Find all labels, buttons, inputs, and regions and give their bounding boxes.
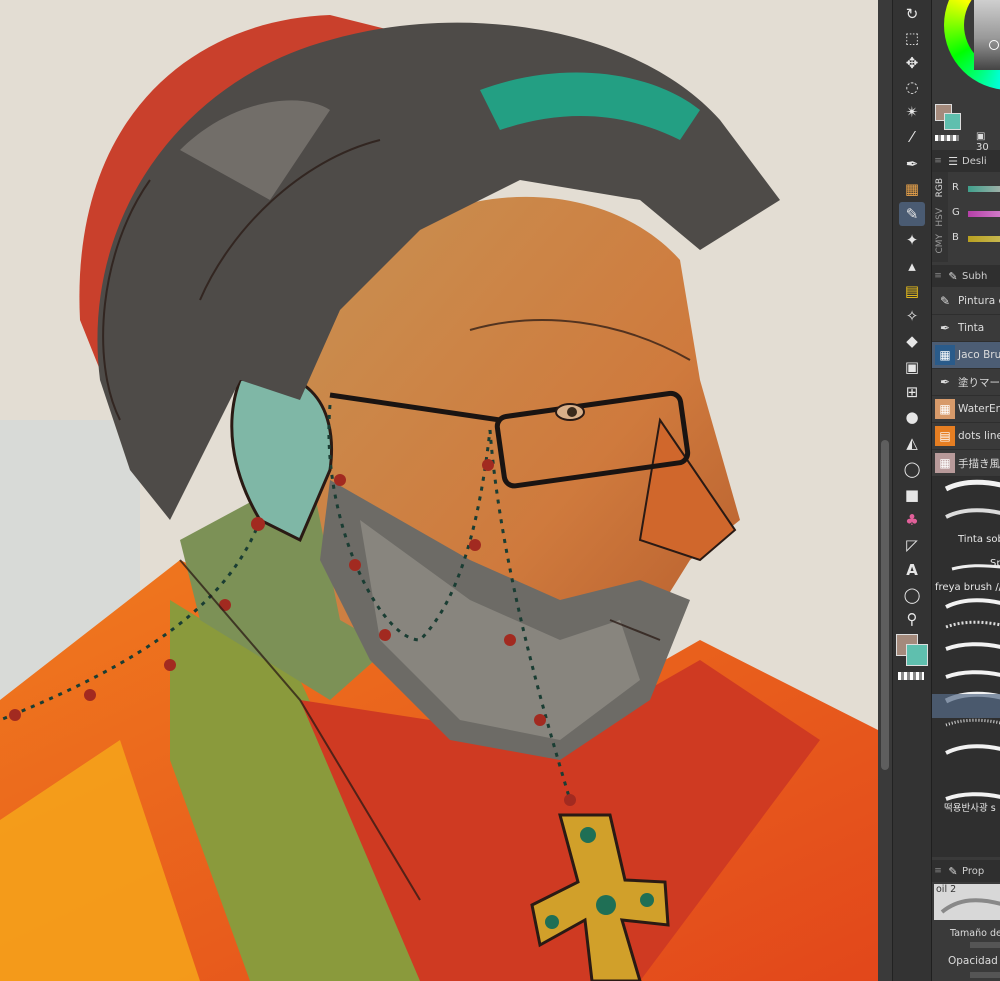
- panel-sub-color-swatch[interactable]: [944, 113, 961, 130]
- balloon-tool-icon[interactable]: ◯: [899, 583, 925, 607]
- b-slider[interactable]: [968, 236, 1000, 242]
- brush-label-korean[interactable]: 떡용반사광 s: [944, 800, 996, 814]
- magic-wand-tool-icon[interactable]: ✴: [899, 100, 925, 124]
- jaco-brush-thumb-icon: ▦: [935, 345, 955, 365]
- brush-thumbnail-icon[interactable]: ▦: [899, 177, 925, 201]
- brush-preview-box: oil 2: [934, 884, 1000, 920]
- frame-tool-icon[interactable]: ▣: [899, 355, 925, 379]
- saturation-square[interactable]: [974, 0, 1000, 70]
- color-mode-tabs: RGB HSV CMY: [932, 172, 948, 262]
- color-slider-header[interactable]: ≡ ☰ Desli: [932, 150, 1000, 172]
- lasso-tool-icon[interactable]: ◌: [899, 75, 925, 99]
- brush-preview-stroke: [940, 898, 1000, 914]
- figure-tool-icon[interactable]: ◸: [899, 533, 925, 557]
- subtool-label: Jaco Bru: [958, 349, 1000, 361]
- illustration-artwork: [0, 0, 878, 981]
- subtool-label: WaterEr: [958, 403, 1000, 415]
- subtool-label: 手描き風: [958, 457, 1000, 470]
- subtool-item-watererase[interactable]: ▦ WaterEr: [932, 396, 1000, 423]
- subtool-item-jaco-brush[interactable]: ▦ Jaco Bru: [932, 342, 1000, 369]
- grid-tool-icon[interactable]: ⊞: [899, 380, 925, 404]
- canvas-vertical-scrollbar[interactable]: [878, 0, 892, 981]
- object-tool-icon[interactable]: ⬚: [899, 26, 925, 50]
- brush-label-tinta-sob[interactable]: Tinta sob: [958, 534, 1000, 545]
- subtool-title: Subh: [962, 270, 988, 282]
- selected-brush-row[interactable]: [932, 694, 1000, 718]
- correction-tool-icon[interactable]: ⚲: [899, 607, 925, 631]
- r-slider[interactable]: [968, 186, 1000, 192]
- ink-pen-icon: ✒: [939, 321, 951, 335]
- panel-transparent-icon[interactable]: [935, 135, 959, 141]
- property-panel-icon: ✎: [948, 864, 958, 878]
- property-title: Prop: [962, 865, 985, 877]
- dots-thumb-icon: ▤: [935, 426, 955, 446]
- subtool-label: Pintura e: [958, 295, 1000, 307]
- brush-icon: ✎: [939, 294, 951, 308]
- brush-label-freya[interactable]: freya brush //: [935, 582, 1000, 593]
- slider-panel-icon: ☰: [948, 154, 958, 168]
- hand-drawn-thumb-icon: ▦: [935, 453, 955, 473]
- b-label: B: [952, 232, 959, 243]
- tool-property-header[interactable]: ≡ ✎ Prop: [932, 860, 1000, 882]
- tab-cmy[interactable]: CMY: [935, 234, 945, 254]
- size-box-icon: ▣: [976, 131, 986, 142]
- selection-tool-icon[interactable]: ◯: [899, 457, 925, 481]
- brush-label-sp[interactable]: Sp: [990, 558, 1000, 569]
- cake-brush-icon[interactable]: ♣: [899, 508, 925, 532]
- opacity-slider[interactable]: [970, 972, 1000, 978]
- watercolor-thumb-icon: ▦: [935, 399, 955, 419]
- subtool-item-dots-line[interactable]: ▤ dots line: [932, 423, 1000, 450]
- blend-tool-icon[interactable]: ●: [899, 405, 925, 429]
- marker-icon: ✒: [939, 375, 951, 389]
- spray-tool-icon[interactable]: ▴: [899, 254, 925, 278]
- transparent-color-icon[interactable]: [898, 672, 924, 680]
- gradient-tool-icon[interactable]: ■: [899, 483, 925, 507]
- tab-hsv[interactable]: HSV: [935, 208, 945, 227]
- color-picker-cursor[interactable]: [989, 40, 999, 50]
- g-slider[interactable]: [968, 211, 1000, 217]
- decoration-tool-icon[interactable]: ✧: [899, 304, 925, 328]
- grip-icon: ≡: [934, 271, 942, 281]
- subtool-header[interactable]: ≡ ✎ Subh: [932, 265, 1000, 287]
- subtool-item-marker[interactable]: ✒ 塗りマー: [932, 369, 1000, 396]
- brush-size-label: Tamaño del p: [950, 928, 1000, 939]
- jaco-brush-icon[interactable]: ▤: [899, 279, 925, 303]
- move-tool-icon[interactable]: ✥: [899, 51, 925, 75]
- eyedropper-tool-icon[interactable]: ⁄: [899, 125, 925, 149]
- scrollbar-thumb[interactable]: [881, 440, 889, 770]
- pen-tool-icon[interactable]: ✒: [899, 152, 925, 176]
- brush-size-slider[interactable]: [970, 942, 1000, 948]
- subtool-label: dots line: [958, 430, 1000, 442]
- grip-icon: ≡: [934, 866, 942, 876]
- subtool-item-tinta[interactable]: ✒ Tinta: [932, 315, 1000, 342]
- rotate-tool-icon[interactable]: ↻: [899, 2, 925, 26]
- subtool-panel-icon: ✎: [948, 269, 958, 283]
- drawing-canvas[interactable]: [0, 0, 878, 981]
- text-tool-icon[interactable]: A: [899, 558, 925, 582]
- color-slider-title: Desli: [962, 155, 987, 167]
- eraser-tool-icon[interactable]: ◆: [899, 329, 925, 353]
- sub-color-swatch[interactable]: [906, 644, 928, 666]
- subtool-label: 塗りマー: [958, 376, 1000, 389]
- r-label: R: [952, 182, 959, 193]
- opacity-label: Opacidad: [948, 955, 998, 967]
- grip-icon: ≡: [934, 156, 942, 166]
- subtool-item-hand-drawn[interactable]: ▦ 手描き風: [932, 450, 1000, 477]
- color-wheel-panel: [932, 0, 1000, 100]
- side-panels: ▣ 30 ≡ ☰ Desli RGB HSV CMY R G B ≡ ✎ Sub…: [931, 0, 1000, 981]
- fill-tool-icon[interactable]: ◭: [899, 431, 925, 455]
- brush-tool-icon[interactable]: ✎: [899, 202, 925, 226]
- tool-palette: ↻ ⬚ ✥ ◌ ✴ ⁄ ✒ ▦ ✎ ✦ ▴ ▤ ✧ ◆ ▣ ⊞ ● ◭ ◯ ■ …: [892, 0, 931, 981]
- subtool-item-pintura[interactable]: ✎ Pintura e: [932, 288, 1000, 315]
- sparkle-tool-icon[interactable]: ✦: [899, 228, 925, 252]
- g-label: G: [952, 207, 960, 218]
- tab-rgb[interactable]: RGB: [935, 178, 945, 197]
- subtool-label: Tinta: [958, 322, 985, 334]
